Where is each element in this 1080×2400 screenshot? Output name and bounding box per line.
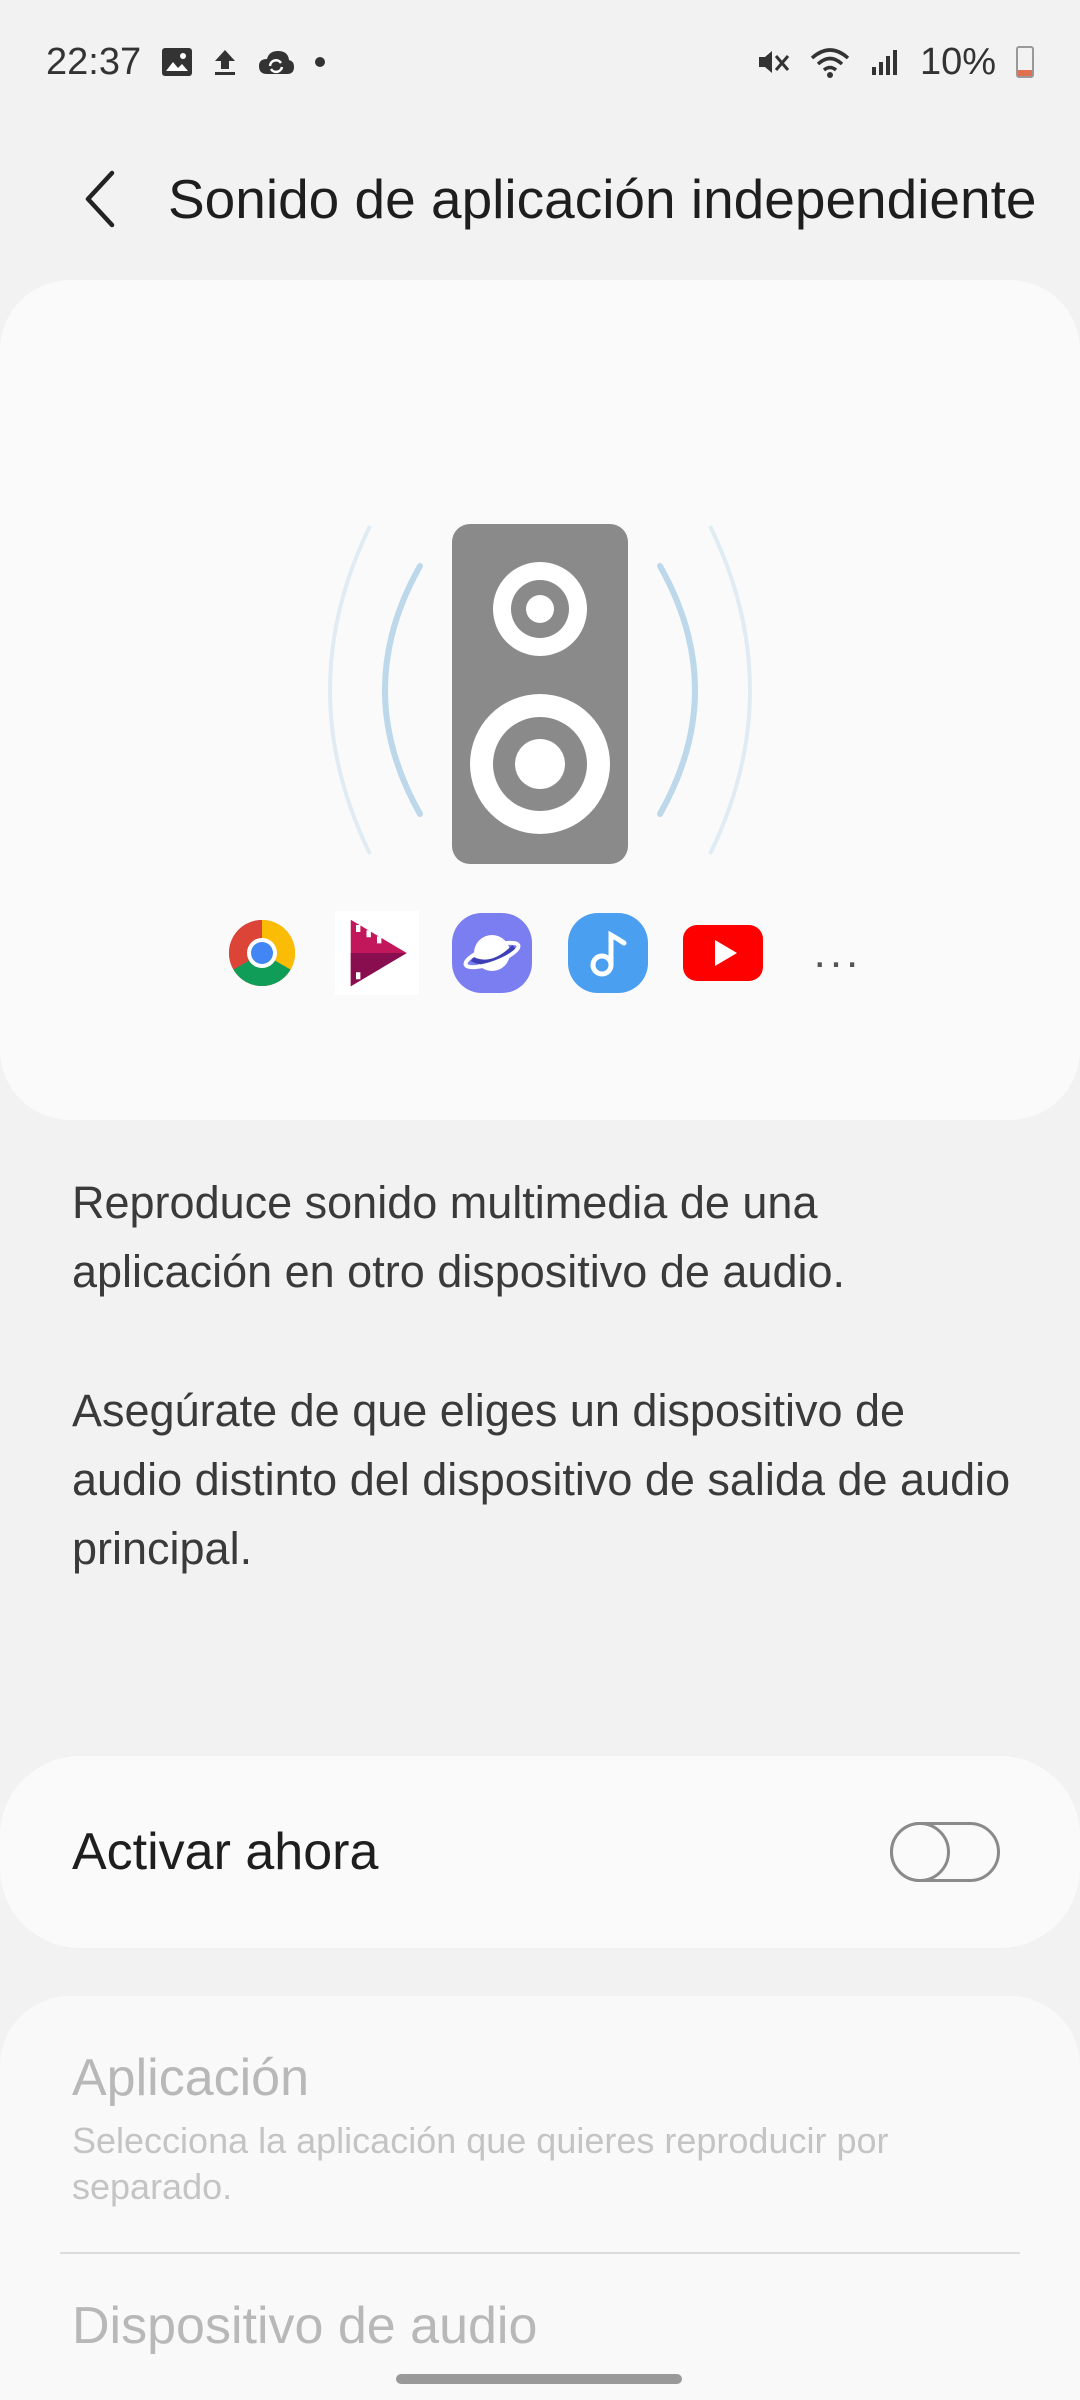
status-time: 22:37	[46, 40, 142, 83]
battery-icon	[1016, 46, 1034, 78]
samsung-internet-icon	[450, 911, 534, 995]
activate-now-row[interactable]: Activar ahora	[0, 1756, 1080, 1948]
wifi-icon	[810, 46, 850, 78]
option-app-title: Aplicación	[72, 2049, 310, 2107]
cloud-sync-icon	[257, 48, 295, 76]
chrome-icon	[220, 911, 304, 995]
navigation-gesture-handle[interactable]	[396, 2374, 682, 2384]
more-apps-icon: ...	[813, 928, 863, 977]
mute-vibrate-icon	[756, 46, 790, 78]
google-play-movies-icon	[335, 911, 420, 995]
battery-percent: 10%	[919, 40, 996, 83]
status-bar-right: 10%	[756, 41, 1034, 84]
youtube-icon	[681, 911, 765, 995]
speaker-illustration	[300, 510, 780, 870]
description-paragraph-1: Reproduce sonido multimedia de una aplic…	[72, 1177, 845, 1297]
status-bar-left: 22:37	[46, 40, 326, 84]
upload-icon	[213, 48, 237, 76]
option-audio-device[interactable]: Dispositivo de audio	[72, 2296, 1008, 2356]
activate-now-switch[interactable]	[890, 1822, 1000, 1882]
back-arrow-icon	[85, 170, 115, 228]
option-audio-device-title: Dispositivo de audio	[72, 2297, 538, 2355]
samsung-music-icon	[566, 911, 650, 995]
notification-dot-icon	[315, 57, 326, 67]
page-title: Sonido de aplicación independiente	[168, 168, 1037, 230]
image-icon	[161, 47, 193, 77]
status-bar: 22:37 10%	[0, 0, 1080, 124]
description-paragraph-2: Asegúrate de que eliges un dispositivo d…	[72, 1385, 1011, 1574]
activate-now-label: Activar ahora	[72, 1823, 379, 1881]
divider	[60, 2252, 1020, 2254]
options-card: Aplicación Selecciona la aplicación que …	[0, 1996, 1080, 2400]
supported-apps-row: ...	[220, 908, 880, 998]
option-app[interactable]: Aplicación Selecciona la aplicación que …	[72, 2048, 1008, 2210]
signal-icon	[870, 47, 900, 77]
back-button[interactable]	[40, 139, 160, 259]
switch-knob	[890, 1822, 950, 1882]
app-bar: Sonido de aplicación independiente	[0, 124, 1080, 274]
option-app-subtitle: Selecciona la aplicación que quieres rep…	[72, 2120, 889, 2207]
